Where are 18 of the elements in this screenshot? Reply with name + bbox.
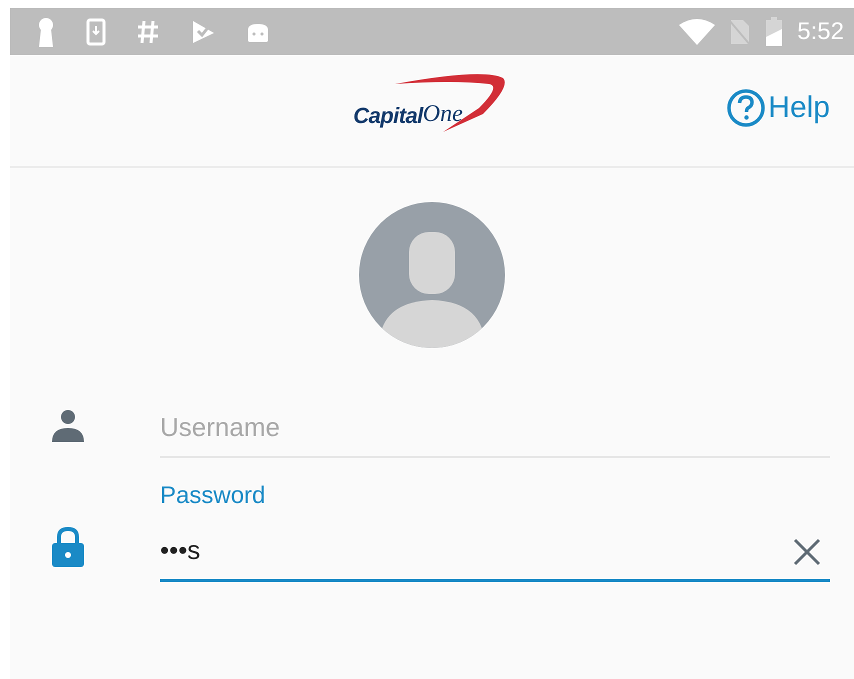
status-time: 5:52: [797, 16, 844, 46]
battery-icon: [765, 16, 784, 46]
person-icon: [50, 408, 86, 444]
capital-one-logo: CapitalOne: [353, 74, 503, 132]
field-label: Password: [160, 481, 266, 511]
wifi-icon: [679, 18, 716, 44]
help-icon: [726, 88, 766, 128]
username-field[interactable]: Username: [160, 398, 830, 458]
hash-icon: [136, 18, 160, 44]
no-sim-icon: [729, 18, 752, 46]
flag-check-icon: [190, 18, 216, 44]
password-field[interactable]: •••s: [160, 522, 830, 582]
download-frame-icon: [86, 18, 106, 46]
avatar-silhouette-icon: [359, 202, 505, 348]
clear-icon[interactable]: [792, 537, 822, 567]
lock-icon: [50, 526, 86, 568]
keyhole-icon: [36, 16, 56, 46]
help-button[interactable]: Help: [726, 85, 830, 130]
